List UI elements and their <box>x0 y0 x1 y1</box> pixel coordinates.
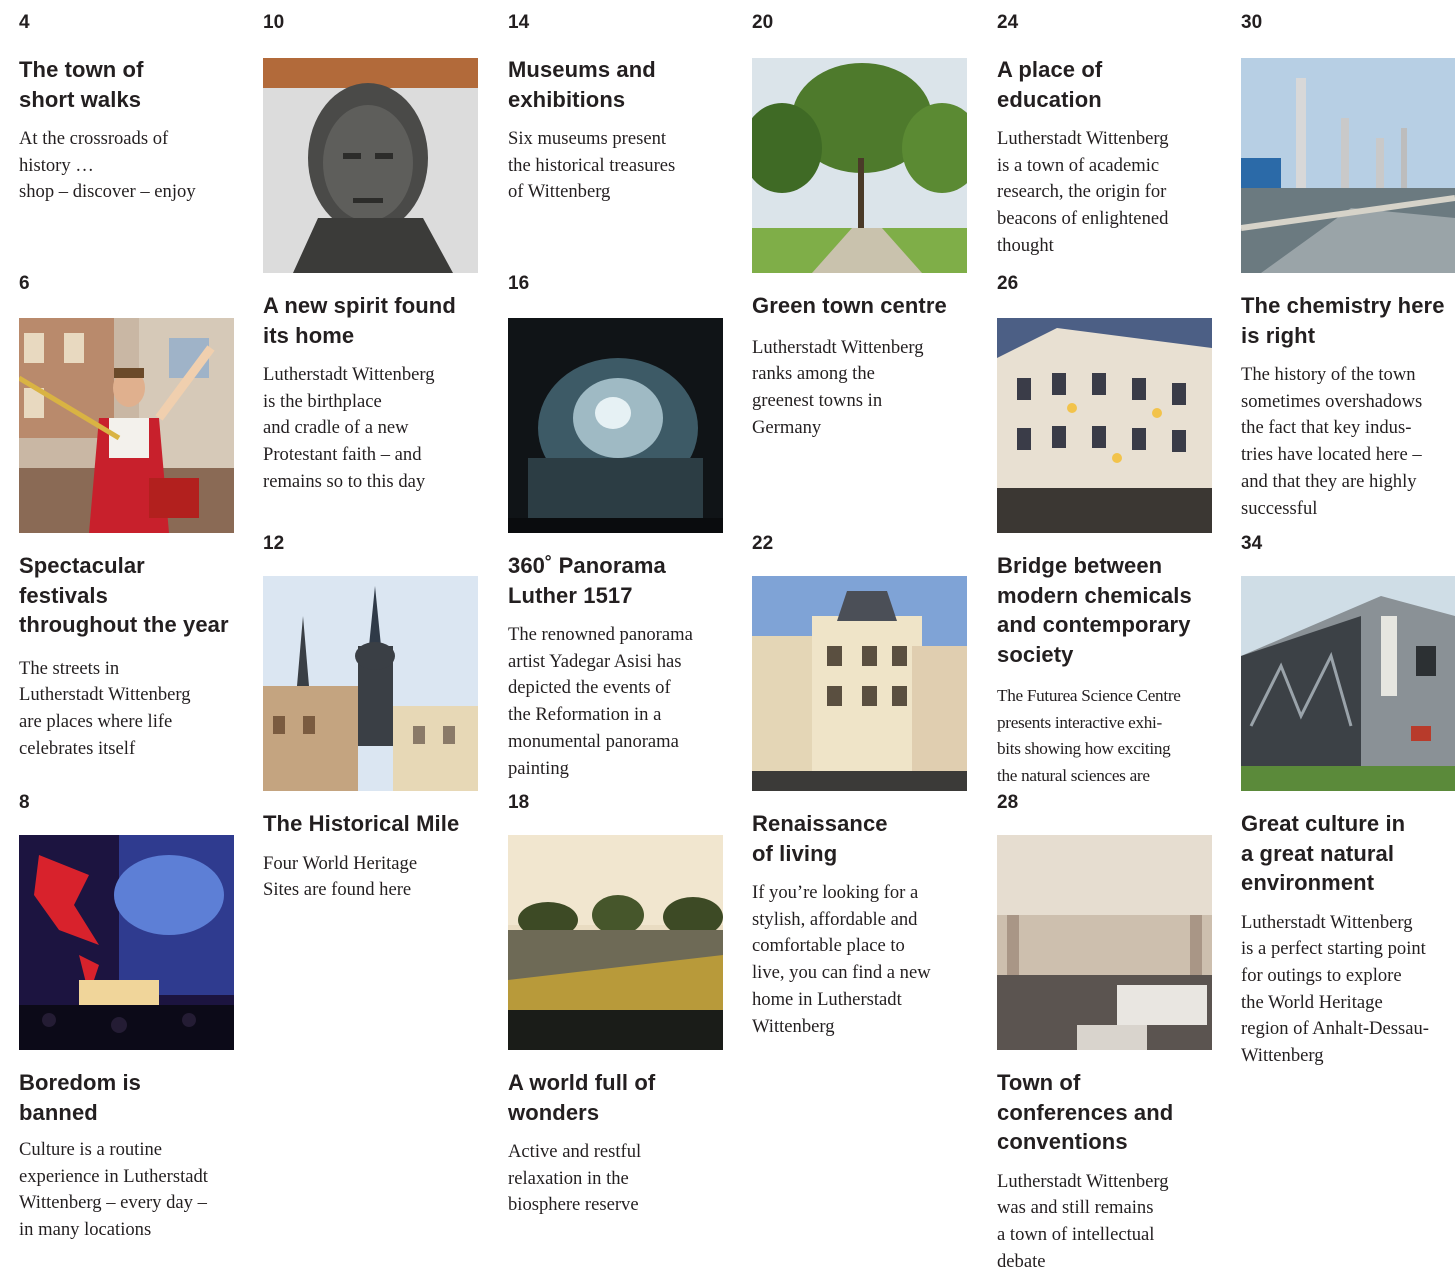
castle-church-photo <box>263 576 478 791</box>
toc-entry-4[interactable]: 4 The town of short walks At the crossro… <box>19 11 235 206</box>
toc-entry-14[interactable]: 14 Museums and exhibitions Six museums p… <box>508 11 724 206</box>
toc-entry-12[interactable]: 12 The Historical Mile Four World Herita… <box>263 532 479 904</box>
conference-hall-photo <box>997 835 1212 1050</box>
entry-title: Bridge between modern chemicals and cont… <box>997 551 1213 669</box>
toc-entry-8[interactable]: 8 Boredom is banned Culture is a routine… <box>19 791 235 1244</box>
toc-entry-10[interactable]: 10 A new spirit found its home Luthersta… <box>263 11 479 496</box>
toc-entry-20[interactable]: 20 Green town centre Lutherstadt Wittenb… <box>752 11 968 441</box>
festival-photo <box>19 318 234 533</box>
page-number: 6 <box>19 272 235 296</box>
science-centre-photo <box>997 318 1212 533</box>
biosphere-photo <box>508 835 723 1050</box>
page-number: 18 <box>508 791 724 815</box>
entry-description: Four World Heritage Sites are found here <box>263 851 479 904</box>
bauhaus-building-photo <box>1241 576 1455 791</box>
page-number: 12 <box>263 532 479 556</box>
toc-entry-24[interactable]: 24 A place of education Lutherstadt Witt… <box>997 11 1213 260</box>
toc-entry-6[interactable]: 6 Spectacular festivals throughout the y… <box>19 272 235 762</box>
entry-description: Active and restful relaxation in the bio… <box>508 1139 724 1219</box>
entry-description: The history of the town sometimes oversh… <box>1241 362 1455 522</box>
entry-description: Lutherstadt Wittenberg is a perfect star… <box>1241 910 1455 1070</box>
entry-description: At the crossroads of history … shop – di… <box>19 126 235 206</box>
entry-title: Spectacular festivals throughout the yea… <box>19 551 235 640</box>
entry-title: 360˚ Panorama Luther 1517 <box>508 551 724 610</box>
page-number: 10 <box>263 11 479 35</box>
entry-title: Town of conferences and conventions <box>997 1068 1213 1157</box>
page-number: 20 <box>752 11 968 35</box>
entry-title: Green town centre <box>752 291 968 321</box>
entry-description: The streets in Lutherstadt Wittenberg ar… <box>19 656 235 763</box>
entry-description: Six museums present the historical treas… <box>508 126 724 206</box>
toc-entry-22[interactable]: 22 Renaissance of living If you’re looki… <box>752 532 968 1040</box>
toc-entry-18[interactable]: 18 A world full of wonders Active and re… <box>508 791 724 1219</box>
page-number: 8 <box>19 791 235 815</box>
entry-description: The renowned panorama artist Yadegar Asi… <box>508 622 724 782</box>
toc-entry-28[interactable]: 28 Town of conferences and conventions L… <box>997 791 1213 1275</box>
panorama-photo <box>508 318 723 533</box>
entry-description: Culture is a routine experience in Luthe… <box>19 1137 235 1244</box>
entry-title: Renaissance of living <box>752 809 968 868</box>
page-number: 30 <box>1241 11 1455 35</box>
green-park-photo <box>752 58 967 273</box>
entry-title: A place of education <box>997 55 1213 114</box>
renaissance-house-photo <box>752 576 967 791</box>
page-number: 4 <box>19 11 235 35</box>
night-culture-photo <box>19 835 234 1050</box>
toc-entry-34[interactable]: 34 Great culture in a great natural envi… <box>1241 532 1455 1070</box>
toc-entry-26[interactable]: 26 Bridge between modern chemicals and c… <box>997 272 1213 790</box>
page-number: 28 <box>997 791 1213 815</box>
chemical-plant-photo <box>1241 58 1455 273</box>
entry-description: If you’re looking for a stylish, afforda… <box>752 880 968 1040</box>
entry-description: The Futurea Science Centre presents inte… <box>997 683 1213 790</box>
page-number: 26 <box>997 272 1213 296</box>
luther-statue-photo <box>263 58 478 273</box>
page-number: 14 <box>508 11 724 35</box>
entry-title: Museums and exhibitions <box>508 55 724 114</box>
toc-entry-16[interactable]: 16 360˚ Panorama Luther 1517 The renowne… <box>508 272 724 782</box>
page-number: 16 <box>508 272 724 296</box>
page-number: 24 <box>997 11 1213 35</box>
page-number: 22 <box>752 532 968 556</box>
entry-description: Lutherstadt Wittenberg is a town of acad… <box>997 126 1213 260</box>
entry-title: Boredom is banned <box>19 1068 235 1127</box>
entry-title: The chemistry here is right <box>1241 291 1455 350</box>
page-number: 34 <box>1241 532 1455 556</box>
entry-title: The Historical Mile <box>263 809 479 839</box>
toc-entry-30[interactable]: 30 The chemistry here is right The histo… <box>1241 11 1455 522</box>
entry-title: Great culture in a great natural environ… <box>1241 809 1455 898</box>
entry-description: Lutherstadt Wittenberg ranks among the g… <box>752 335 968 442</box>
entry-description: Lutherstadt Wittenberg was and still rem… <box>997 1169 1213 1275</box>
entry-title: A world full of wonders <box>508 1068 724 1127</box>
entry-title: A new spirit found its home <box>263 291 479 350</box>
entry-description: Lutherstadt Wittenberg is the birthplace… <box>263 362 479 496</box>
entry-title: The town of short walks <box>19 55 235 114</box>
